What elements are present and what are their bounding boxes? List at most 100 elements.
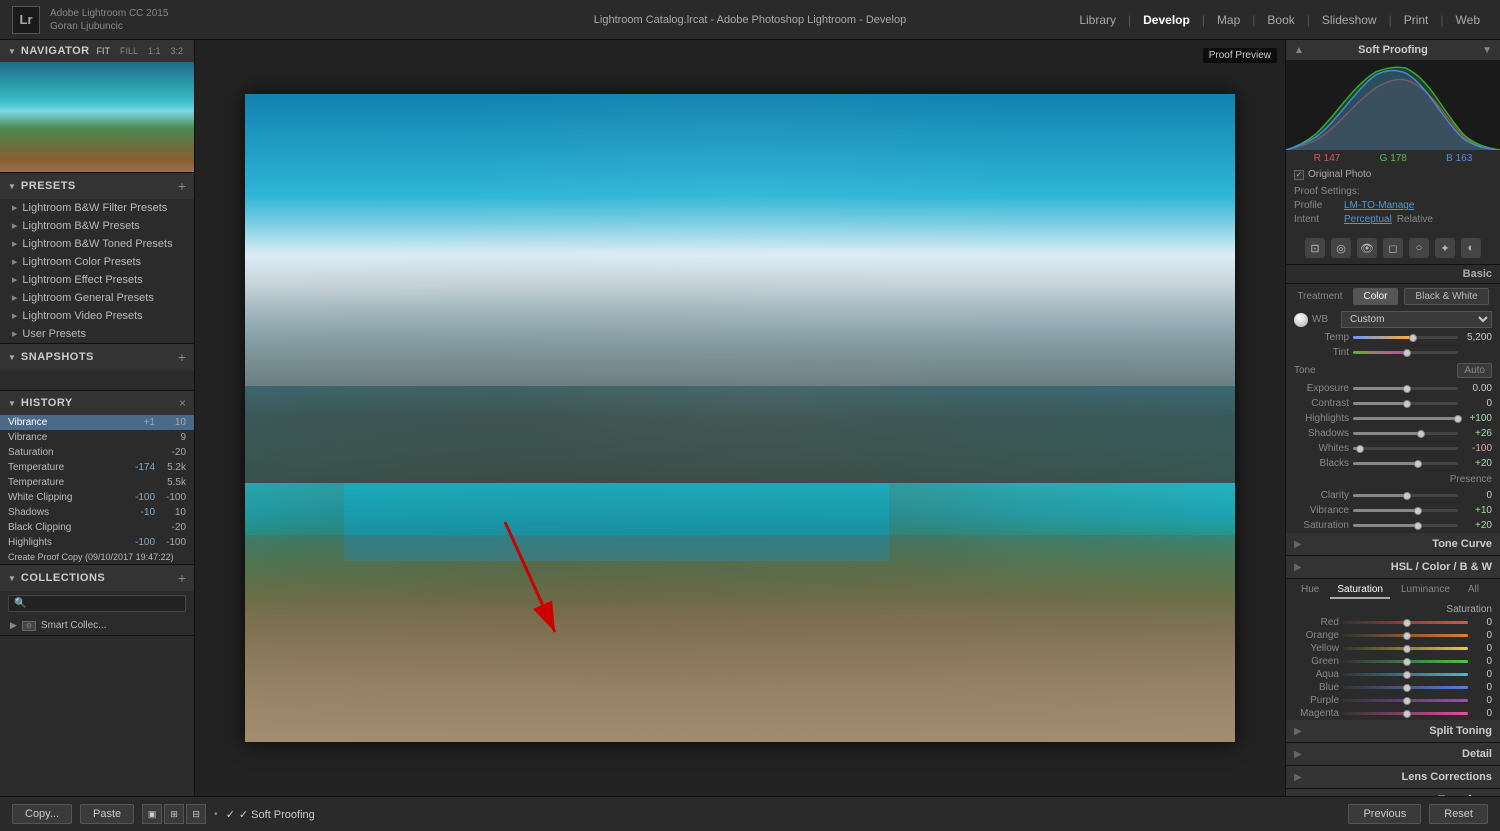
bw-button[interactable]: Black & White: [1404, 288, 1488, 305]
hsl-tool[interactable]: ◐: [1461, 238, 1481, 258]
navigator-thumbnail[interactable]: [0, 62, 194, 172]
lens-corrections-header[interactable]: ▶ Lens Corrections: [1286, 766, 1500, 789]
paste-button[interactable]: Paste: [80, 804, 134, 824]
navigator-header[interactable]: ▼ Navigator FIT FILL 1:1 3:2: [0, 40, 194, 62]
transform-header[interactable]: ▶ Transform: [1286, 789, 1500, 796]
hsl-yellow-slider[interactable]: [1343, 647, 1468, 650]
history-item-8[interactable]: Highlights -100 -100: [0, 535, 194, 550]
copy-button[interactable]: Copy...: [12, 804, 72, 824]
temp-slider[interactable]: [1353, 336, 1458, 339]
history-item-2[interactable]: Saturation -20: [0, 445, 194, 460]
collection-item-smart[interactable]: ▶ ⚙ Smart Collec...: [0, 616, 194, 635]
preset-item-bw[interactable]: ▶ Lightroom B&W Presets: [0, 217, 194, 235]
hsl-blue-slider[interactable]: [1343, 686, 1468, 689]
view-survey[interactable]: ⊟: [186, 804, 206, 824]
temp-slider-thumb[interactable]: [1409, 334, 1417, 342]
hsl-header[interactable]: ▶ HSL / Color / B & W: [1286, 556, 1500, 579]
hsl-green-slider[interactable]: [1343, 660, 1468, 663]
nav-develop[interactable]: Develop: [1135, 9, 1198, 31]
zoom-fit[interactable]: FIT: [93, 45, 113, 57]
presets-header[interactable]: ▼ Presets +: [0, 173, 194, 199]
history-item-0[interactable]: Vibrance +1 10: [0, 415, 194, 430]
blacks-slider[interactable]: [1353, 462, 1458, 465]
vibrance-thumb[interactable]: [1414, 507, 1422, 515]
wb-select[interactable]: Custom As Shot Auto Daylight: [1341, 311, 1492, 328]
history-item-1[interactable]: Vibrance 9: [0, 430, 194, 445]
history-item-9[interactable]: Create Proof Copy (09/10/2017 19:47:22): [0, 550, 194, 564]
saturation-thumb[interactable]: [1414, 522, 1422, 530]
nav-map[interactable]: Map: [1209, 9, 1248, 31]
radial-tool[interactable]: ○: [1409, 238, 1429, 258]
hsl-tab-hue[interactable]: Hue: [1294, 582, 1326, 599]
hsl-magenta-slider[interactable]: [1343, 712, 1468, 715]
preset-item-bwtoned[interactable]: ▶ Lightroom B&W Toned Presets: [0, 235, 194, 253]
clarity-slider[interactable]: [1353, 494, 1458, 497]
split-toning-header[interactable]: ▶ Split Toning: [1286, 720, 1500, 743]
zoom-3-2[interactable]: 3:2: [167, 45, 186, 57]
hsl-purple-slider[interactable]: [1343, 699, 1468, 702]
snapshots-header[interactable]: ▼ Snapshots +: [0, 344, 194, 370]
nav-library[interactable]: Library: [1071, 9, 1124, 31]
zoom-1-1[interactable]: 1:1: [145, 45, 164, 57]
blacks-thumb[interactable]: [1414, 460, 1422, 468]
redeye-tool[interactable]: 👁: [1357, 238, 1377, 258]
exposure-slider[interactable]: [1353, 387, 1458, 390]
hsl-tab-all[interactable]: All: [1461, 582, 1486, 599]
color-button[interactable]: Color: [1353, 288, 1399, 305]
history-item-3[interactable]: Temperature -174 5.2k: [0, 460, 194, 475]
highlights-thumb[interactable]: [1454, 415, 1462, 423]
nav-web[interactable]: Web: [1448, 9, 1488, 31]
history-item-5[interactable]: White Clipping -100 -100: [0, 490, 194, 505]
history-header[interactable]: ▼ History ×: [0, 391, 194, 415]
hsl-aqua-slider[interactable]: [1343, 673, 1468, 676]
whites-slider[interactable]: [1353, 447, 1458, 450]
original-photo-checkbox[interactable]: ✓: [1294, 170, 1304, 180]
preset-item-bwfilter[interactable]: ▶ Lightroom B&W Filter Presets: [0, 199, 194, 217]
eyedropper-icon[interactable]: [1294, 313, 1308, 327]
vibrance-slider[interactable]: [1353, 509, 1458, 512]
contrast-slider[interactable]: [1353, 402, 1458, 405]
hsl-orange-slider[interactable]: [1343, 634, 1468, 637]
shadows-thumb[interactable]: [1417, 430, 1425, 438]
gradient-tool[interactable]: ◻: [1383, 238, 1403, 258]
history-item-4[interactable]: Temperature 5.5k: [0, 475, 194, 490]
hsl-tab-luminance[interactable]: Luminance: [1394, 582, 1457, 599]
tint-slider[interactable]: [1353, 351, 1458, 354]
highlights-slider[interactable]: [1353, 417, 1458, 420]
adjustment-tool[interactable]: ✦: [1435, 238, 1455, 258]
auto-button[interactable]: Auto: [1457, 363, 1492, 378]
preset-item-general[interactable]: ▶ Lightroom General Presets: [0, 289, 194, 307]
collections-add-button[interactable]: +: [178, 570, 186, 586]
saturation-slider[interactable]: [1353, 524, 1458, 527]
snapshots-add-button[interactable]: +: [178, 349, 186, 365]
hsl-red-slider[interactable]: [1343, 621, 1468, 624]
view-single[interactable]: ▣: [142, 804, 162, 824]
collections-header[interactable]: ▼ Collections +: [0, 565, 194, 591]
tone-curve-header[interactable]: ▶ Tone Curve: [1286, 533, 1500, 556]
collections-search-input[interactable]: [30, 598, 180, 609]
detail-header[interactable]: ▶ Detail: [1286, 743, 1500, 766]
proof-intent-value[interactable]: Perceptual: [1344, 214, 1392, 225]
proof-profile-value[interactable]: LM-TO-Manage: [1344, 200, 1414, 211]
history-item-7[interactable]: Black Clipping -20: [0, 520, 194, 535]
main-image[interactable]: [245, 94, 1235, 742]
soft-proofing-header[interactable]: ▲ Soft Proofing ▼: [1286, 40, 1500, 60]
preset-item-color[interactable]: ▶ Lightroom Color Presets: [0, 253, 194, 271]
heal-tool[interactable]: ◎: [1331, 238, 1351, 258]
preset-item-video[interactable]: ▶ Lightroom Video Presets: [0, 307, 194, 325]
tint-slider-thumb[interactable]: [1403, 349, 1411, 357]
nav-book[interactable]: Book: [1259, 9, 1302, 31]
zoom-fill[interactable]: FILL: [117, 45, 141, 57]
previous-button[interactable]: Previous: [1348, 804, 1421, 824]
preset-item-effect[interactable]: ▶ Lightroom Effect Presets: [0, 271, 194, 289]
soft-proof-check[interactable]: ✓ ✓ Soft Proofing: [226, 808, 315, 821]
shadows-slider[interactable]: [1353, 432, 1458, 435]
view-compare[interactable]: ⊞: [164, 804, 184, 824]
crop-tool[interactable]: ⊡: [1305, 238, 1325, 258]
preset-item-user[interactable]: ▶ User Presets: [0, 325, 194, 343]
history-item-6[interactable]: Shadows -10 10: [0, 505, 194, 520]
exposure-thumb[interactable]: [1403, 385, 1411, 393]
nav-print[interactable]: Print: [1396, 9, 1437, 31]
presets-add-button[interactable]: +: [178, 178, 186, 194]
reset-button[interactable]: Reset: [1429, 804, 1488, 824]
